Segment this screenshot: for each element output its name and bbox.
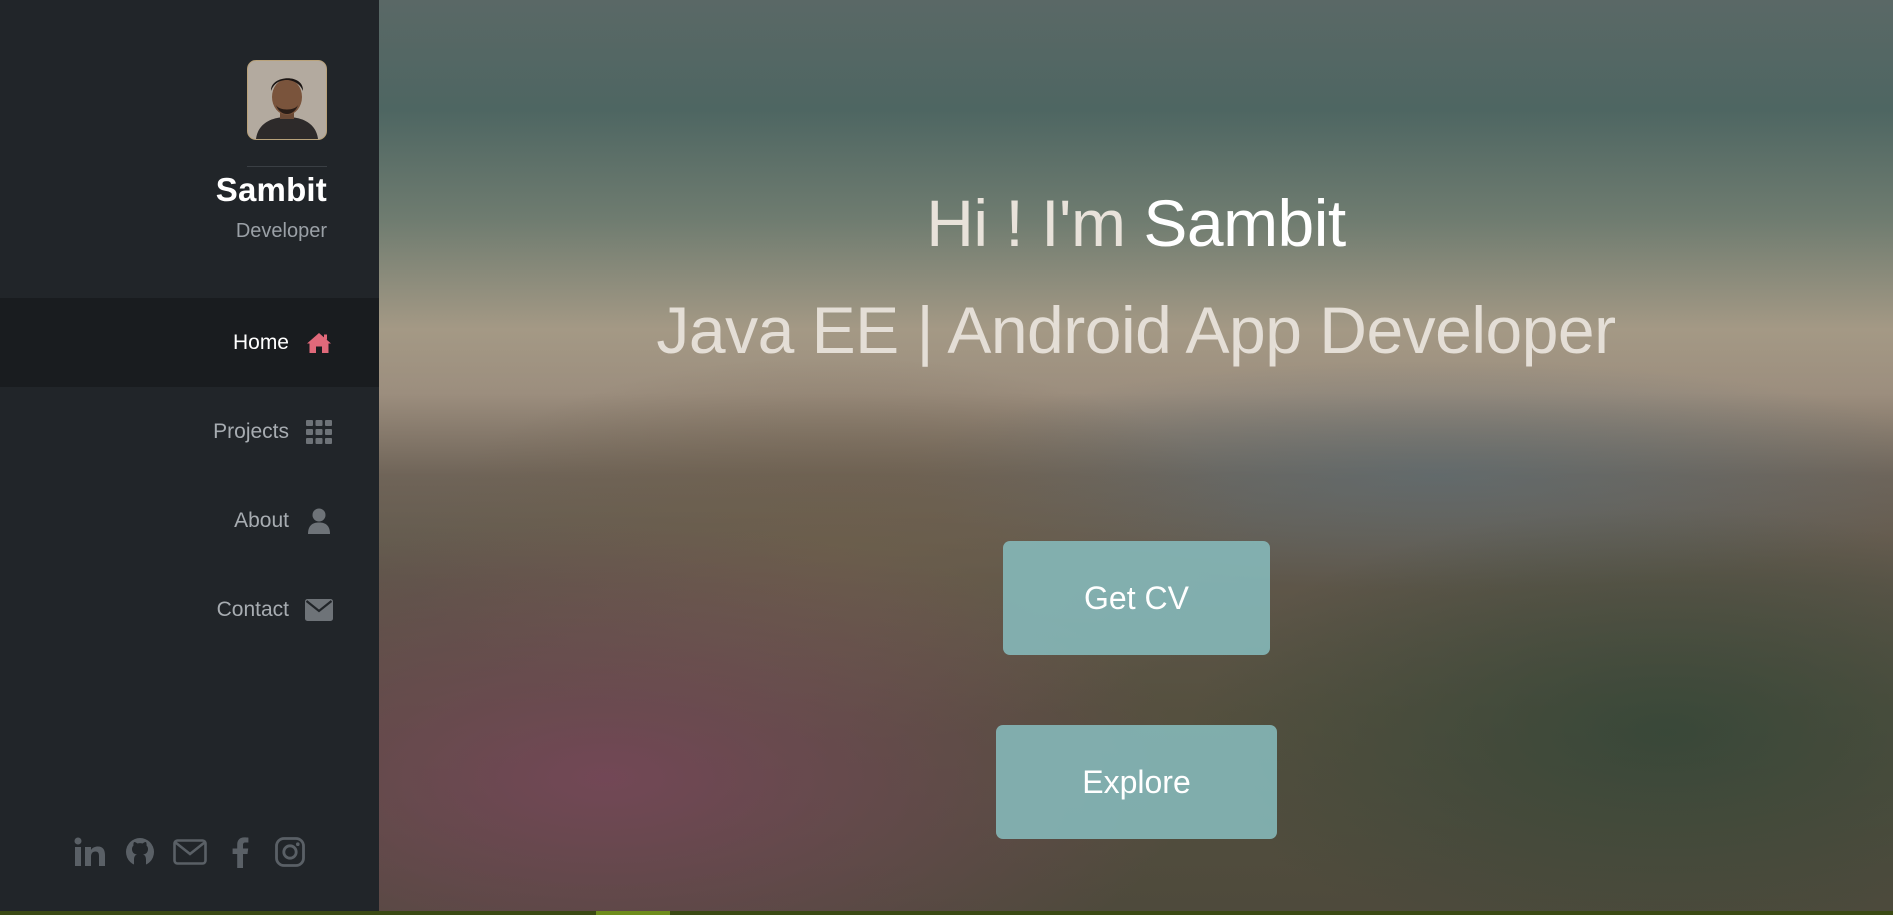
hero-name: Sambit — [1143, 186, 1346, 260]
profile-role: Developer — [235, 220, 327, 242]
hero-title: Hi ! I'm Sambit — [379, 185, 1893, 261]
github-icon[interactable] — [122, 834, 157, 869]
nav-item-label: Contact — [216, 597, 289, 621]
grid-icon — [305, 418, 333, 446]
mail-icon[interactable] — [172, 834, 207, 869]
nav-item-home[interactable]: Home — [0, 298, 379, 387]
home-icon — [305, 329, 333, 357]
avatar[interactable] — [247, 60, 327, 140]
envelope-icon — [305, 596, 333, 624]
nav-item-label: Projects — [213, 419, 289, 443]
nav-item-label: Home — [232, 330, 289, 354]
bottom-progress-bar — [0, 911, 1893, 915]
hero-subtitle: Java EE | Android App Developer — [656, 293, 1616, 367]
social-links — [72, 834, 307, 869]
facebook-icon[interactable] — [222, 834, 257, 869]
profile-name: Sambit — [215, 171, 327, 208]
profile-divider — [247, 166, 327, 167]
nav-item-projects[interactable]: Projects — [0, 387, 379, 476]
nav-item-about[interactable]: About — [0, 476, 379, 565]
nav-item-contact[interactable]: Contact — [0, 565, 379, 654]
avatar-photo — [248, 61, 326, 139]
user-icon — [305, 507, 333, 535]
progress-segment — [596, 911, 670, 915]
hero-section: Hi ! I'm Sambit Java EE | Android App De… — [379, 0, 1893, 915]
sidebar: Sambit Developer Home Projects About Con… — [0, 0, 379, 915]
instagram-icon[interactable] — [272, 834, 307, 869]
main-nav: Home Projects About Contact — [0, 298, 379, 654]
hero-greeting: Hi ! I'm — [926, 186, 1126, 260]
nav-item-label: About — [234, 508, 289, 532]
linkedin-icon[interactable] — [72, 834, 107, 869]
get-cv-button[interactable]: Get CV — [1003, 541, 1270, 655]
explore-button[interactable]: Explore — [996, 725, 1277, 839]
